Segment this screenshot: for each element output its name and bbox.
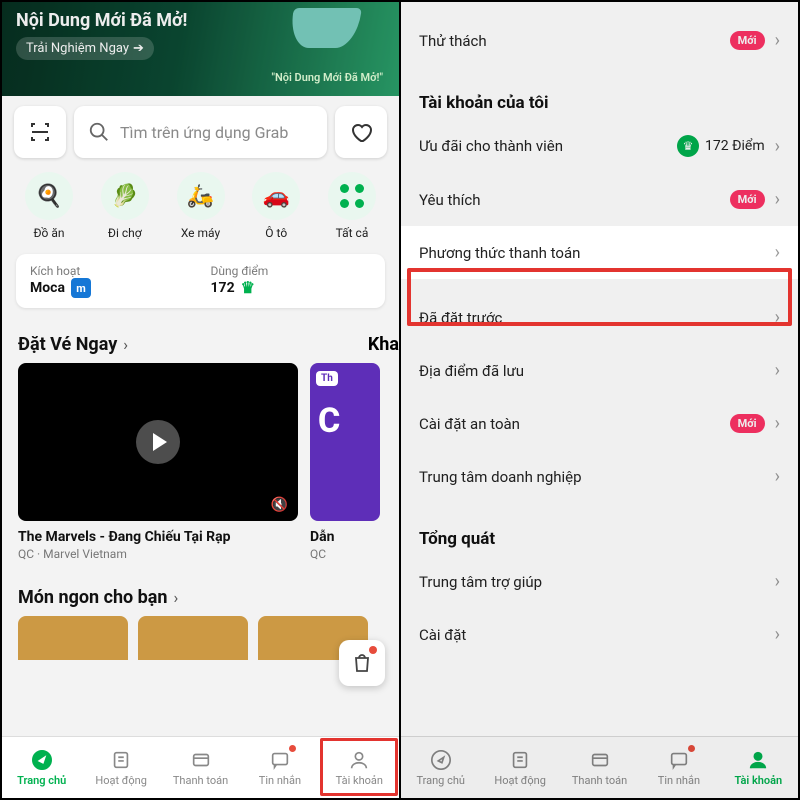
row-preordered[interactable]: Đã đặt trước › bbox=[401, 291, 798, 344]
section-food[interactable]: Món ngon cho bạn › bbox=[2, 561, 399, 616]
receipt-icon bbox=[110, 749, 132, 771]
category-bike[interactable]: 🛵 Xe máy bbox=[170, 172, 232, 240]
chevron-right-icon: › bbox=[775, 360, 780, 381]
food-icon: 🍳 bbox=[25, 172, 73, 220]
chevron-right-icon: › bbox=[775, 571, 780, 592]
crown-icon: ♛ bbox=[677, 135, 699, 157]
crown-icon: ♛ bbox=[241, 278, 255, 297]
new-badge: Mới bbox=[730, 31, 765, 50]
nav-home[interactable]: Trang chủ bbox=[2, 737, 81, 798]
row-business-center[interactable]: Trung tâm doanh nghiệp › bbox=[401, 450, 798, 503]
nav-account[interactable]: Tài khoản bbox=[719, 737, 798, 798]
mute-icon: 🔇 bbox=[271, 497, 288, 513]
section-general: Tổng quát bbox=[401, 503, 798, 555]
nav-payment[interactable]: Thanh toán bbox=[161, 737, 240, 798]
moca-icon: m bbox=[71, 278, 91, 298]
row-safety-settings[interactable]: Cài đặt an toàn Mới › bbox=[401, 397, 798, 450]
section-ticket[interactable]: Đặt Vé Ngay › bbox=[2, 308, 144, 363]
notification-dot bbox=[289, 745, 296, 752]
bottom-nav-left: Trang chủ Hoạt động Thanh toán Tin nhắn … bbox=[2, 736, 399, 798]
chevron-right-icon: › bbox=[775, 30, 780, 51]
section-peek: Kha bbox=[368, 308, 399, 363]
chat-icon bbox=[269, 749, 291, 771]
row-payment-methods[interactable]: Phương thức thanh toán › bbox=[401, 226, 798, 279]
nav-payment[interactable]: Thanh toán bbox=[560, 737, 639, 798]
heart-icon bbox=[349, 120, 373, 144]
chevron-right-icon: › bbox=[775, 136, 780, 157]
search-input[interactable]: Tìm trên ứng dụng Grab bbox=[74, 106, 327, 158]
scan-button[interactable] bbox=[14, 106, 66, 158]
user-icon bbox=[747, 749, 769, 771]
chevron-right-icon: › bbox=[775, 307, 780, 328]
category-car[interactable]: 🚗 Ô tô bbox=[245, 172, 307, 240]
chat-icon bbox=[668, 749, 690, 771]
category-mart[interactable]: 🥬 Đi chợ bbox=[94, 172, 156, 240]
section-my-account: Tài khoản của tôi bbox=[401, 67, 798, 119]
category-row: 🍳 Đồ ăn 🥬 Đi chợ 🛵 Xe máy 🚗 Ô tô Tất cả bbox=[2, 168, 399, 242]
category-food[interactable]: 🍳 Đồ ăn bbox=[18, 172, 80, 240]
wallet-activate[interactable]: Kích hoạt Mocam bbox=[30, 264, 191, 298]
motorbike-icon: 🛵 bbox=[177, 172, 225, 220]
search-icon bbox=[88, 121, 110, 143]
groceries-icon: 🥬 bbox=[101, 172, 149, 220]
new-badge: Mới bbox=[730, 190, 765, 209]
receipt-icon bbox=[509, 749, 531, 771]
row-member-offers[interactable]: Ưu đãi cho thành viên ♛ 172 Điểm › bbox=[401, 119, 798, 173]
row-saved-places[interactable]: Địa điểm đã lưu › bbox=[401, 344, 798, 397]
chevron-right-icon: › bbox=[775, 624, 780, 645]
nav-home[interactable]: Trang chủ bbox=[401, 737, 480, 798]
wallet-points[interactable]: Dùng điểm 172♛ bbox=[211, 264, 372, 298]
nav-activity[interactable]: Hoạt động bbox=[81, 737, 160, 798]
wallet-icon bbox=[589, 749, 611, 771]
user-icon bbox=[348, 749, 370, 771]
play-icon bbox=[136, 420, 180, 464]
bottom-nav-right: Trang chủ Hoạt động Thanh toán Tin nhắn … bbox=[401, 736, 798, 798]
nav-activity[interactable]: Hoạt động bbox=[480, 737, 559, 798]
ad-carousel[interactable]: 🔇 The Marvels - Đang Chiếu Tại Rạp QC · … bbox=[2, 363, 399, 561]
chevron-right-icon: › bbox=[123, 335, 128, 354]
notification-dot bbox=[688, 745, 695, 752]
account-screen: Thử thách Mới › Tài khoản của tôi Ưu đãi… bbox=[401, 2, 798, 798]
row-settings[interactable]: Cài đặt › bbox=[401, 608, 798, 661]
search-placeholder: Tìm trên ứng dụng Grab bbox=[120, 123, 288, 142]
ad-card-2[interactable]: Th C Dẫn QC bbox=[310, 363, 380, 561]
category-all[interactable]: Tất cả bbox=[321, 172, 383, 240]
compass-icon bbox=[430, 749, 452, 771]
banner-art: "Nội Dung Mới Đã Mở!" bbox=[259, 8, 389, 86]
chevron-right-icon: › bbox=[775, 466, 780, 487]
ad-card-1[interactable]: 🔇 The Marvels - Đang Chiếu Tại Rạp QC · … bbox=[18, 363, 298, 561]
row-help-center[interactable]: Trung tâm trợ giúp › bbox=[401, 555, 798, 608]
chevron-right-icon: › bbox=[174, 588, 179, 607]
row-favorites[interactable]: Yêu thích Mới › bbox=[401, 173, 798, 226]
nav-account[interactable]: Tài khoản bbox=[320, 737, 399, 798]
wallet-icon bbox=[190, 749, 212, 771]
chevron-right-icon: › bbox=[775, 189, 780, 210]
car-icon: 🚗 bbox=[252, 172, 300, 220]
compass-icon bbox=[31, 749, 53, 771]
promo-banner[interactable]: Nội Dung Mới Đã Mở! Trải Nghiệm Ngay ➔ "… bbox=[2, 2, 399, 96]
points-indicator: ♛ 172 Điểm bbox=[677, 135, 765, 157]
nav-messages[interactable]: Tin nhắn bbox=[639, 737, 718, 798]
video-thumbnail[interactable]: 🔇 bbox=[18, 363, 298, 521]
banner-cta-button[interactable]: Trải Nghiệm Ngay ➔ bbox=[16, 37, 154, 60]
all-icon bbox=[328, 172, 376, 220]
nav-messages[interactable]: Tin nhắn bbox=[240, 737, 319, 798]
arrow-right-icon: ➔ bbox=[133, 41, 144, 56]
bag-icon bbox=[350, 651, 374, 675]
chevron-right-icon: › bbox=[775, 242, 780, 263]
notification-dot bbox=[369, 646, 377, 654]
row-challenge[interactable]: Thử thách Mới › bbox=[401, 14, 798, 67]
new-badge: Mới bbox=[730, 414, 765, 433]
wallet-row: Kích hoạt Mocam Dùng điểm 172♛ bbox=[16, 254, 385, 308]
home-screen: Nội Dung Mới Đã Mở! Trải Nghiệm Ngay ➔ "… bbox=[2, 2, 399, 798]
chevron-right-icon: › bbox=[775, 413, 780, 434]
food-item[interactable] bbox=[138, 616, 248, 660]
food-item[interactable] bbox=[18, 616, 128, 660]
cart-fab[interactable] bbox=[339, 640, 385, 686]
favorites-button[interactable] bbox=[335, 106, 387, 158]
scan-icon bbox=[28, 120, 52, 144]
